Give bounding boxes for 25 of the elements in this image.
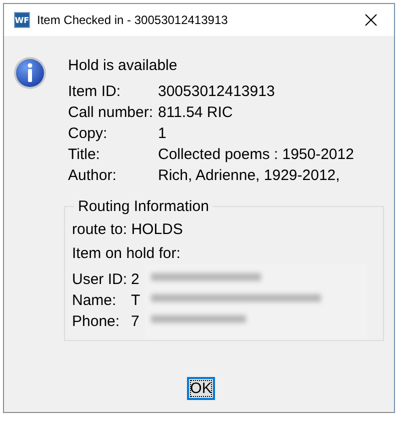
- hold-for-text: Item on hold for:: [72, 245, 182, 262]
- detail-label: Call number:: [68, 103, 154, 123]
- group-title: Routing Information: [77, 198, 210, 215]
- patron-label: Name:: [72, 291, 118, 311]
- ok-button[interactable]: OK: [187, 377, 215, 400]
- info-icon: [13, 56, 47, 90]
- close-icon: [365, 14, 377, 26]
- patron-label: User ID:: [72, 270, 128, 290]
- detail-value: Collected poems : 1950-2012: [158, 145, 355, 165]
- message-text: Hold is available: [68, 57, 178, 74]
- patron-value: 2: [131, 270, 140, 290]
- patron-value: 7: [131, 312, 140, 332]
- detail-label: Item ID:: [68, 82, 122, 102]
- patron-value: T: [131, 291, 142, 311]
- detail-value: 811.54 RIC: [158, 103, 234, 123]
- detail-value: 30053012413913: [158, 82, 276, 102]
- detail-value: 1: [158, 124, 168, 144]
- route-text: route to: HOLDS: [72, 221, 184, 238]
- detail-value: Rich, Adrienne, 1929-2012,: [158, 166, 341, 186]
- detail-label: Copy:: [68, 124, 108, 144]
- detail-label: Author:: [68, 166, 118, 186]
- patron-label: Phone:: [72, 312, 121, 332]
- detail-label: Title:: [68, 145, 101, 165]
- window-title: Item Checked in - 30053012413913: [37, 13, 229, 27]
- app-icon: WF: [14, 12, 30, 28]
